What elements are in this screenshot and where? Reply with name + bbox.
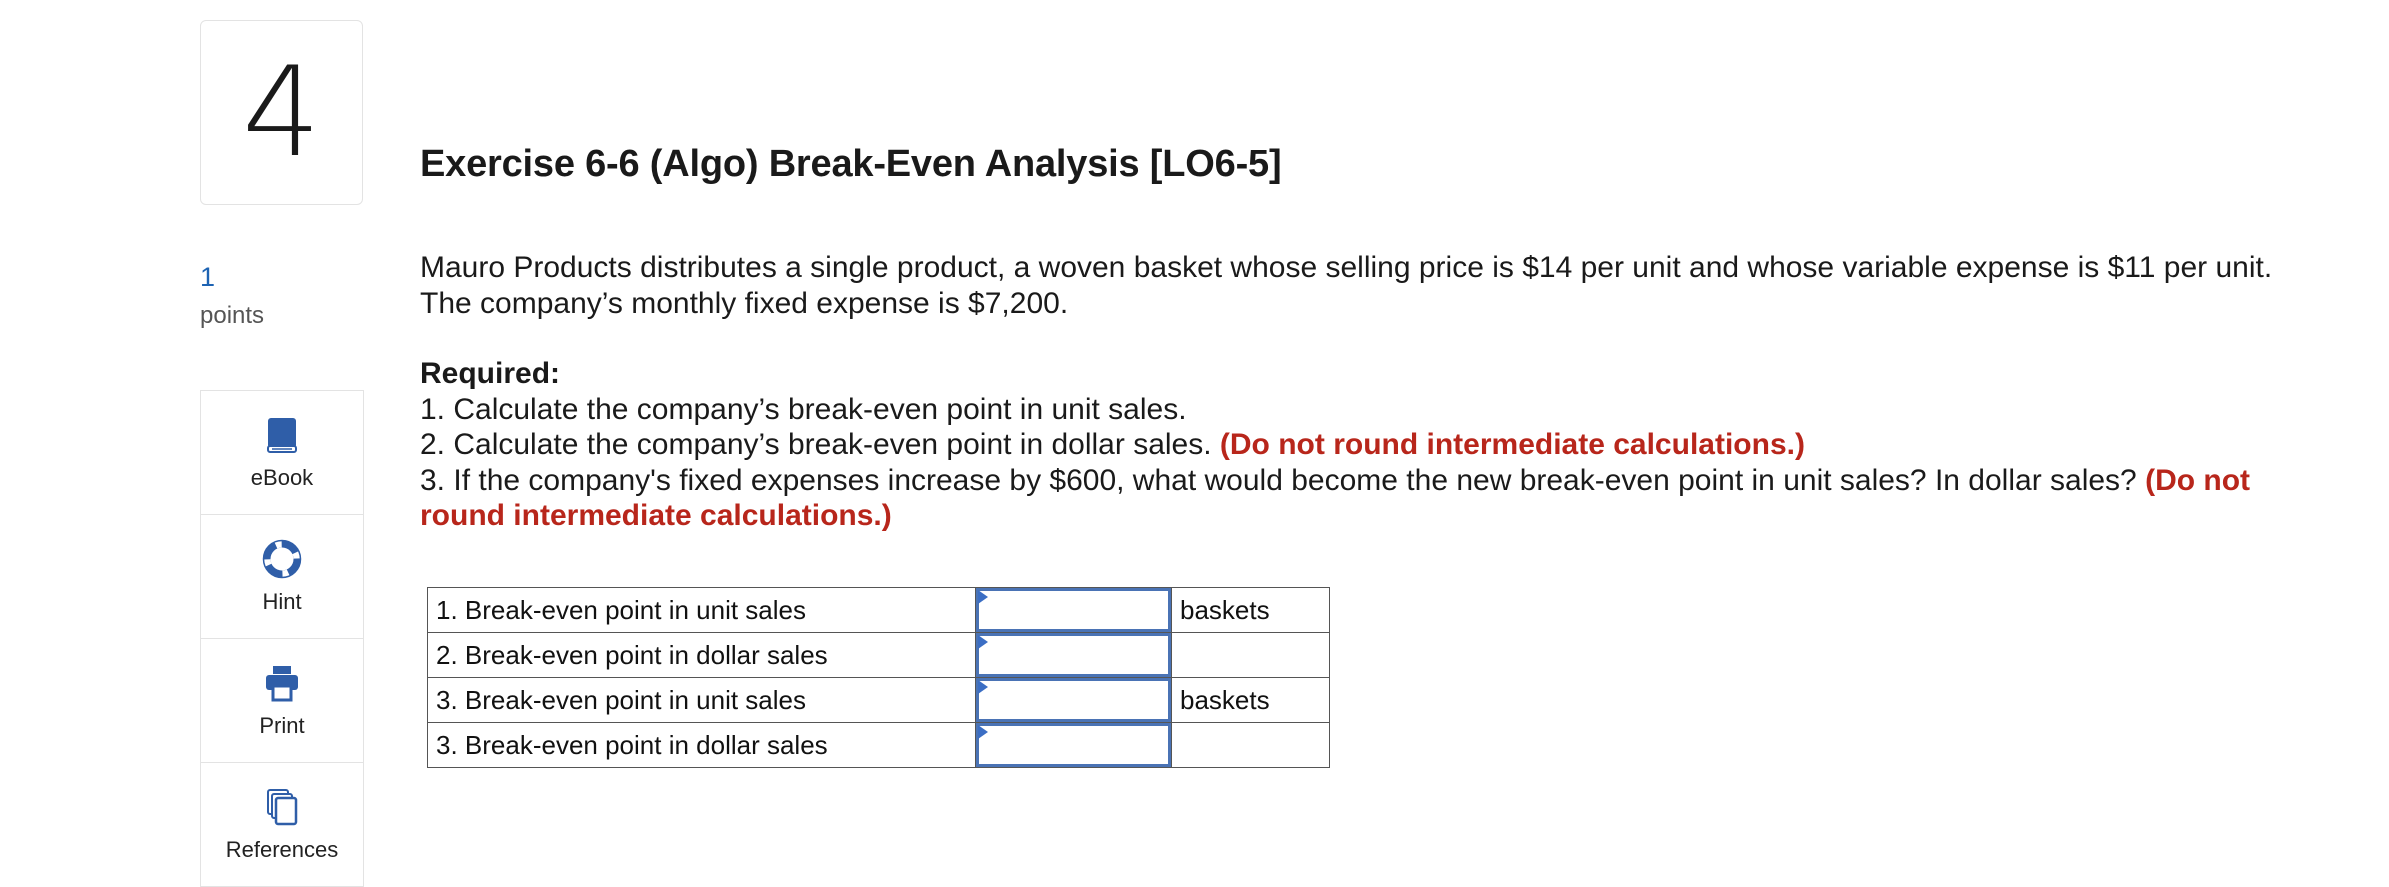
exercise-content: Mauro Products distributes a single prod… — [420, 250, 2300, 534]
unit-label — [1171, 722, 1330, 768]
answer-table: 1. Break-even point in unit sales basket… — [427, 587, 1330, 768]
hint-label: Hint — [262, 588, 302, 614]
flag-marker-icon — [978, 680, 988, 694]
points-indicator: 1 points — [200, 262, 264, 330]
requirement-2-text: 2. Calculate the company’s break-even po… — [420, 428, 1212, 461]
references-button[interactable]: References — [201, 763, 363, 887]
answer-input-new-unit-sales[interactable] — [976, 678, 1171, 722]
flag-marker-icon — [978, 590, 988, 604]
hint-button[interactable]: Hint — [201, 515, 363, 639]
answer-input-dollar-sales[interactable] — [976, 633, 1171, 677]
answer-cell — [975, 587, 1172, 633]
unit-label: baskets — [1171, 677, 1330, 723]
row-label: 2. Break-even point in dollar sales — [427, 632, 976, 678]
table-row: 3. Break-even point in dollar sales — [427, 722, 1330, 768]
points-label: points — [200, 302, 265, 329]
unit-label — [1171, 632, 1330, 678]
question-number: 4 — [242, 40, 321, 185]
documents-icon — [267, 788, 298, 825]
requirement-1: 1. Calculate the company’s break-even po… — [420, 392, 1187, 426]
flag-marker-icon — [978, 635, 988, 649]
tools-panel: eBook Hint Print References — [200, 390, 364, 887]
references-label: References — [225, 836, 339, 862]
table-row: 1. Break-even point in unit sales basket… — [427, 587, 1330, 633]
printer-icon — [266, 665, 298, 701]
book-icon — [267, 417, 297, 453]
exercise-intro: Mauro Products distributes a single prod… — [420, 251, 2273, 320]
points-value: 1 — [200, 262, 216, 292]
answer-cell — [975, 632, 1172, 678]
table-row: 3. Break-even point in unit sales basket… — [427, 677, 1330, 723]
ebook-button[interactable]: eBook — [201, 391, 363, 515]
unit-label: baskets — [1171, 587, 1330, 633]
answer-cell — [975, 677, 1172, 723]
row-label: 3. Break-even point in dollar sales — [427, 722, 976, 768]
table-row: 2. Break-even point in dollar sales — [427, 632, 1330, 678]
answer-cell — [975, 722, 1172, 768]
requirement-3-text: 3. If the company's fixed expenses incre… — [420, 463, 2137, 497]
row-label: 3. Break-even point in unit sales — [427, 677, 976, 723]
answer-input-unit-sales[interactable] — [976, 588, 1171, 632]
flag-marker-icon — [978, 725, 988, 739]
requirement-3: 3. If the company's fixed expenses incre… — [420, 463, 2300, 534]
print-label: Print — [259, 712, 305, 738]
required-heading: Required: — [420, 357, 561, 390]
requirement-2: 2. Calculate the company’s break-even po… — [420, 427, 2300, 463]
exercise-title: Exercise 6-6 (Algo) Break-Even Analysis … — [420, 143, 1282, 185]
print-button[interactable]: Print — [201, 639, 363, 763]
ebook-label: eBook — [250, 464, 314, 490]
lifebuoy-icon — [262, 539, 302, 578]
answer-input-new-dollar-sales[interactable] — [976, 723, 1171, 767]
question-number-box: 4 — [200, 20, 363, 205]
requirement-2-note: (Do not round intermediate calculations.… — [1219, 428, 1805, 461]
row-label: 1. Break-even point in unit sales — [427, 587, 976, 633]
